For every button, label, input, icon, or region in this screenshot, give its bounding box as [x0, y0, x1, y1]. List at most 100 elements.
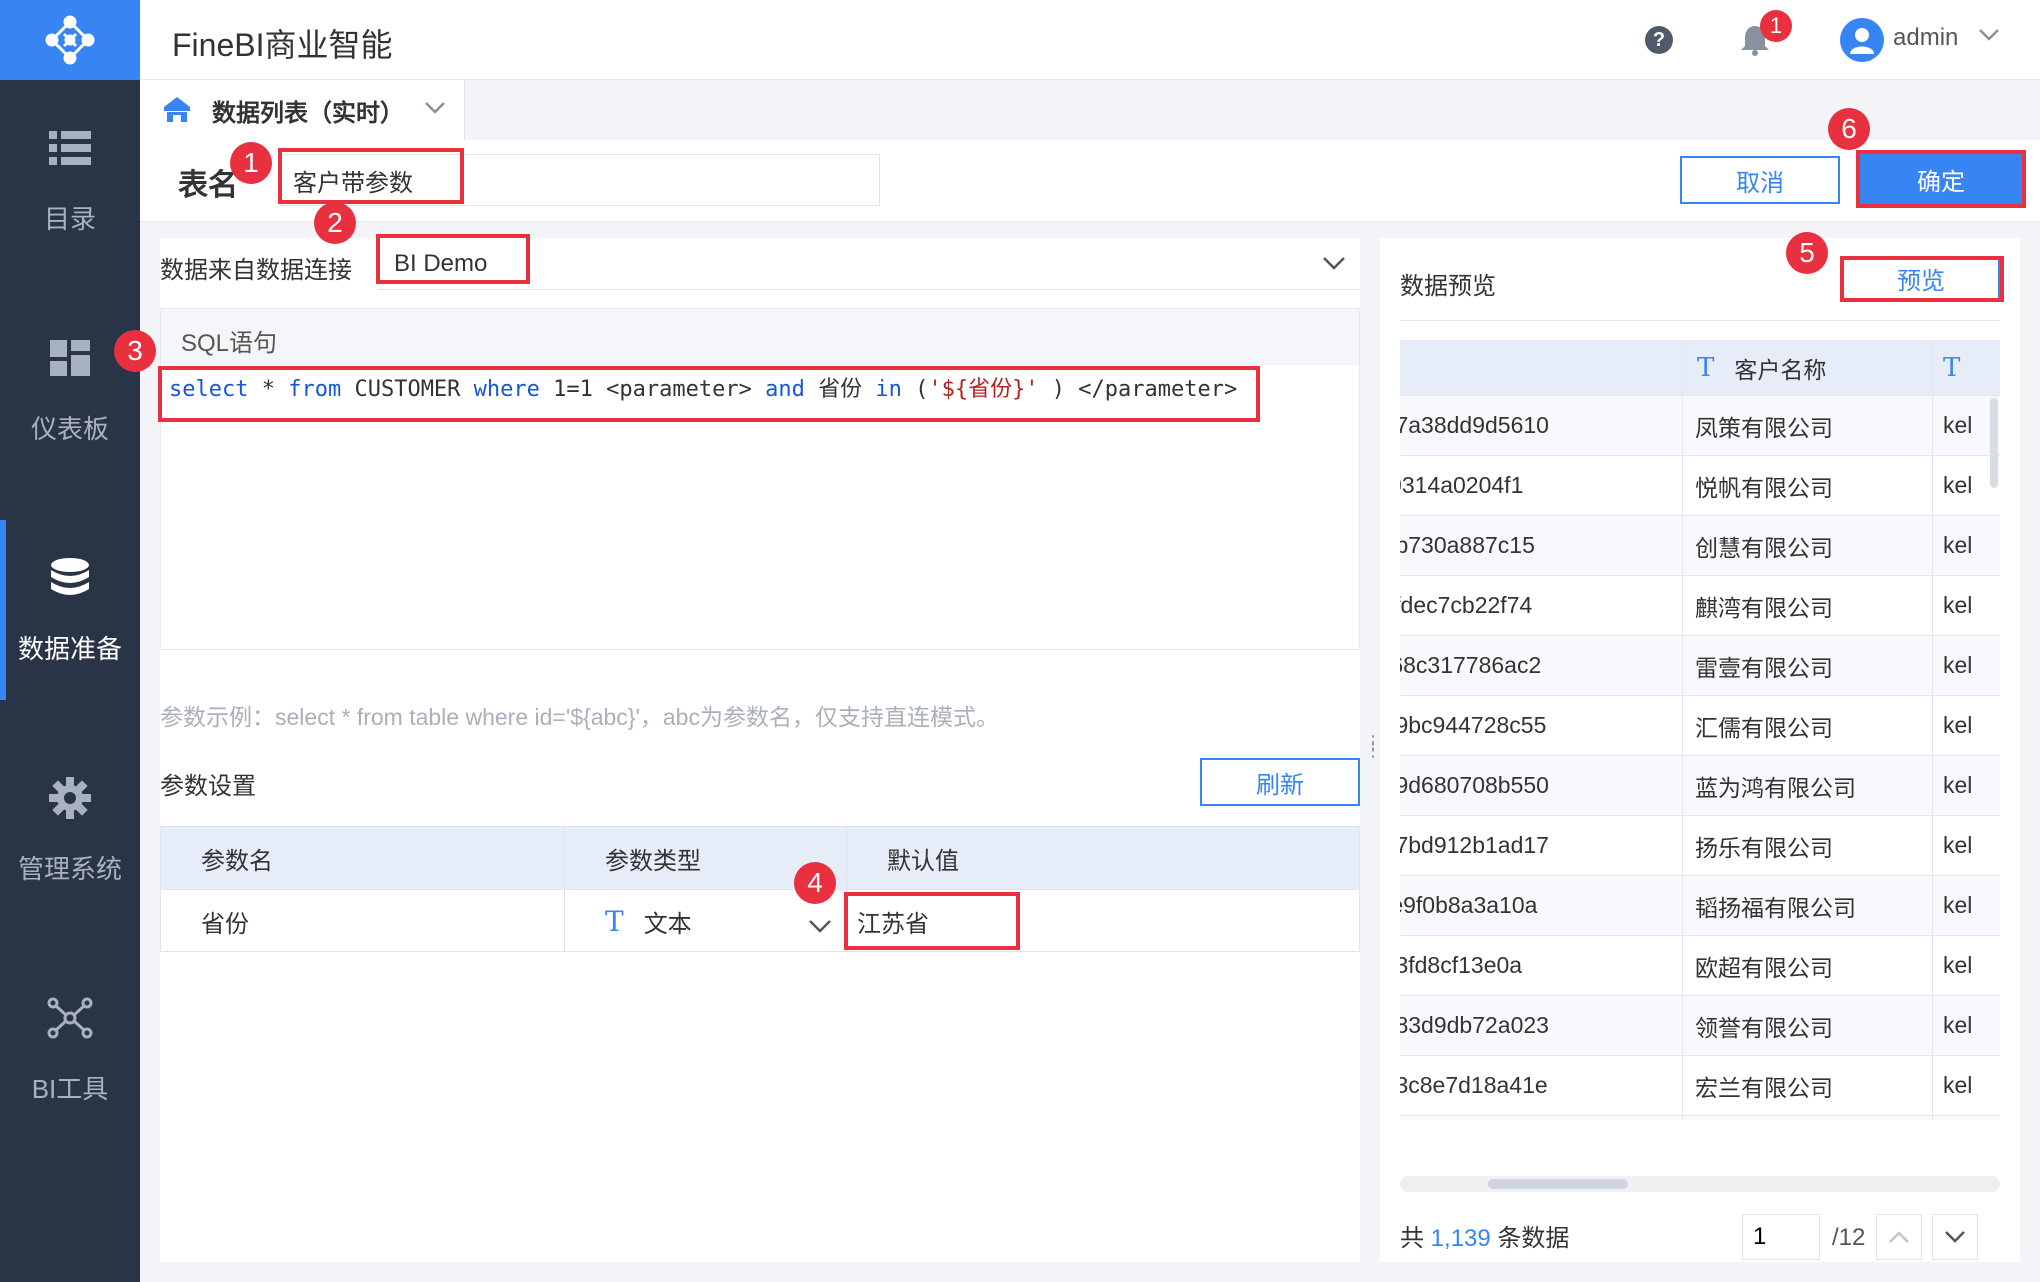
cell-truncated: kel [1943, 652, 1973, 678]
cell-id: d-7bd912b1ad17 [1400, 816, 1683, 875]
app-logo[interactable] [0, 0, 140, 80]
param-default-value[interactable]: 江苏省 [857, 904, 929, 939]
database-icon [47, 555, 93, 601]
logo-icon [45, 15, 95, 65]
avatar[interactable] [1840, 18, 1884, 62]
column-header: T [1933, 340, 2000, 395]
table-row: d-7bd912b1ad17扬乐有限公司 kel [1400, 816, 2000, 876]
total-count: 1,139 [1430, 1225, 1491, 1252]
table-row: )-e9f0b8a3a10a韬扬福有限公司 kel [1400, 876, 2000, 936]
cell-truncated: kel [1943, 832, 1973, 858]
sql-editor-panel: 数据来自数据连接 BI Demo SQL语句 select * from CUS… [160, 238, 1360, 1262]
cell-truncated: kel [1943, 532, 1973, 558]
preview-table[interactable]: T客户名称 T 8-7a38dd9d5610凤策有限公司kel-f0314a02… [1400, 340, 2000, 1120]
step-marker: 1 [230, 142, 272, 184]
chevron-down-icon [1945, 1231, 1965, 1243]
cell-customer-name: 领誉有限公司 [1683, 996, 1933, 1055]
sql-code[interactable]: select * from CUSTOMER where 1=1 <parame… [169, 371, 1269, 403]
step-marker: 5 [1786, 232, 1828, 274]
total-count-label: 共 1,139 条数据 [1400, 1218, 1569, 1253]
scrollbar-thumb[interactable] [1488, 1179, 1628, 1189]
connection-label: 数据来自数据连接 [160, 257, 352, 284]
sidebar-item-label: 目录 [43, 203, 96, 234]
table-row: 8-7a38dd9d5610凤策有限公司kel [1400, 396, 2000, 456]
sidebar-item-data-prep[interactable]: 数据准备 [0, 520, 140, 700]
horizontal-scrollbar[interactable] [1400, 1176, 2000, 1192]
step-marker: 6 [1828, 108, 1870, 150]
confirm-button[interactable]: 确定 [1856, 150, 2026, 208]
sidebar-item-label: BI工具 [31, 1073, 109, 1104]
table-name-row: 表名 取消 确定 [140, 140, 2040, 222]
sql-editor[interactable]: SQL语句 select * from CUSTOMER where 1=1 <… [160, 308, 1360, 650]
cell-id: 1-83d9db72a023 [1400, 996, 1683, 1055]
top-header: FineBI商业智能 ? 1 admin [140, 0, 2040, 80]
column-header: 默认值 [887, 847, 959, 875]
page-input[interactable] [1742, 1214, 1820, 1260]
param-name: 省份 [161, 890, 565, 952]
sql-token: in [875, 377, 902, 402]
cell-id: )-e9f0b8a3a10a [1400, 876, 1683, 935]
sql-token: 1=1 <parameter> [539, 377, 766, 402]
column-header: 参数名 [161, 827, 565, 889]
sidebar-item-label: 数据准备 [17, 633, 122, 664]
sql-token: * [248, 377, 289, 402]
connection-select[interactable]: BI Demo [378, 238, 1360, 290]
cell-truncated: kel [1943, 1072, 1973, 1098]
chevron-down-icon[interactable] [808, 912, 832, 940]
help-icon[interactable]: ? [1645, 26, 1673, 54]
sidebar: 目录 仪表板 数据准备 管理系统 BI工具 [0, 0, 140, 1282]
table-name-label: 表名 [178, 169, 238, 202]
vertical-scrollbar[interactable] [1990, 398, 1998, 488]
cell-id: c-fdec7cb22f74 [1400, 576, 1683, 635]
cancel-button[interactable]: 取消 [1680, 156, 1840, 204]
cell-customer-name: 凤策有限公司 [1683, 396, 1933, 455]
sidebar-item-catalog[interactable]: 目录 [0, 90, 140, 270]
user-name[interactable]: admin [1893, 24, 1958, 52]
chevron-up-icon [1889, 1231, 1909, 1243]
cell-id: 1-f4a8abd7623f [1400, 1116, 1683, 1120]
step-marker: 3 [114, 330, 156, 372]
table-name-input[interactable] [280, 154, 880, 206]
cell-customer-name: 创慧有限公司 [1683, 516, 1933, 575]
refresh-button[interactable]: 刷新 [1200, 758, 1360, 806]
table-row: 省份 T 文本 江苏省 [161, 889, 1359, 952]
column-header: T 客户名称 [1683, 340, 1933, 395]
table-row: -6b730a887c15创慧有限公司 kel [1400, 516, 2000, 576]
table-row: 4-3c8e7d18a41e宏兰有限公司 kel [1400, 1056, 2000, 1116]
dashboard-icon [47, 335, 93, 381]
sql-token: 省份 [804, 377, 876, 402]
cell-id: 4-3c8e7d18a41e [1400, 1056, 1683, 1115]
sql-title-bar: SQL语句 [161, 309, 1359, 365]
param-default-cell[interactable]: 江苏省 [847, 890, 1359, 952]
prev-page-button[interactable] [1876, 1214, 1922, 1260]
divider [1400, 320, 2000, 321]
sql-token: and [765, 377, 805, 402]
table-row: 1-83d9db72a023领誉有限公司 kel [1400, 996, 2000, 1056]
chevron-down-icon[interactable] [424, 101, 446, 120]
tab-data-list[interactable]: 数据列表（实时） [140, 80, 465, 140]
total-prefix: 共 [1400, 1225, 1424, 1252]
sidebar-item-bi-tools[interactable]: BI工具 [0, 960, 140, 1140]
chevron-down-icon[interactable] [1978, 28, 2000, 47]
cell-customer-name: 雷壹有限公司 [1683, 636, 1933, 695]
cell-truncated: kel [1933, 1116, 2000, 1120]
preview-title: 数据预览 [1400, 273, 1496, 300]
preview-button[interactable]: 预览 [1842, 256, 2000, 300]
sql-token: CUSTOMER [341, 377, 474, 402]
sidebar-item-dashboard[interactable]: 仪表板 [0, 300, 140, 480]
text-type-icon: T [605, 904, 624, 938]
chevron-down-icon[interactable] [1322, 256, 1346, 275]
column-header [1400, 340, 1683, 395]
sidebar-item-admin[interactable]: 管理系统 [0, 740, 140, 920]
total-suffix: 条数据 [1497, 1225, 1570, 1252]
tab-label: 数据列表（实时） [212, 99, 404, 127]
sql-token: from [288, 377, 342, 402]
table-row: )-68c317786ac2雷壹有限公司 kel [1400, 636, 2000, 696]
sidebar-item-label: 仪表板 [30, 413, 109, 444]
next-page-button[interactable] [1932, 1214, 1978, 1260]
app-title: FineBI商业智能 [172, 27, 393, 63]
sql-token: ) </parameter> [1038, 377, 1238, 402]
cell-truncated: kel [1943, 712, 1973, 738]
sql-token: ( [901, 377, 929, 402]
cell-customer-name: 扬乐有限公司 [1683, 816, 1933, 875]
